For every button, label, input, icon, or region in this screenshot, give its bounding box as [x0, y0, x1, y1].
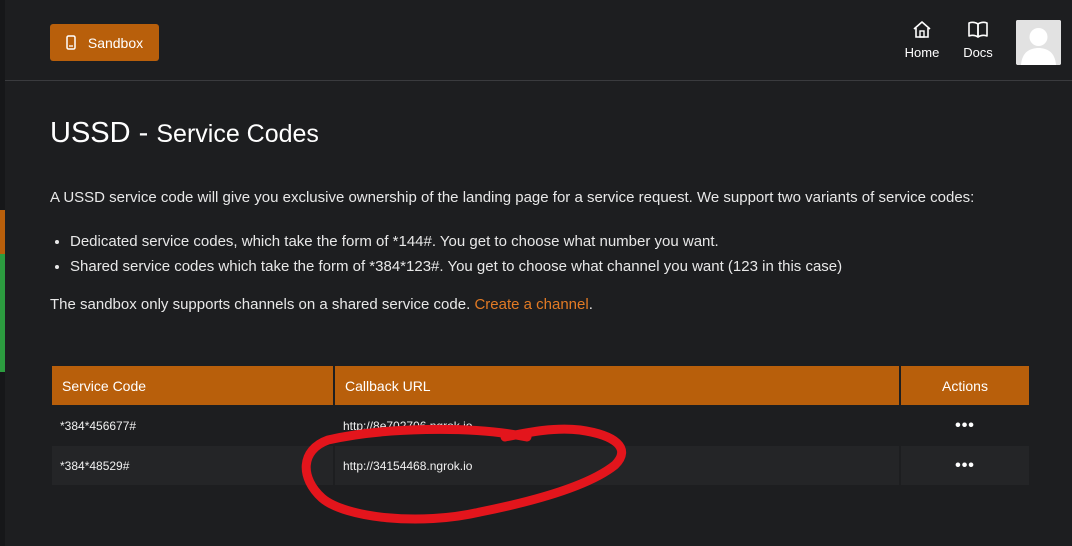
side-accent-green [0, 254, 5, 372]
nav-home-label: Home [904, 45, 940, 60]
page-title-separator: - [130, 117, 157, 149]
variant-dedicated: Dedicated service codes, which take the … [70, 229, 842, 254]
phone-icon [66, 35, 76, 50]
service-code-cell: *384*456677# [52, 406, 333, 445]
more-actions-icon[interactable]: ••• [955, 417, 975, 434]
actions-cell: ••• [901, 446, 1029, 485]
intro-text: A USSD service code will give you exclus… [50, 189, 975, 206]
service-code-cell: *384*48529# [52, 446, 333, 485]
variant-shared: Shared service codes which take the form… [70, 254, 842, 279]
callback-url-cell: http://34154468.ngrok.io [335, 446, 899, 485]
callback-url-cell: http://8e702706.ngrok.io [335, 406, 899, 445]
page-title-main: USSD [50, 117, 131, 149]
top-bar: Sandbox Home Docs [5, 0, 1072, 81]
book-icon [967, 20, 989, 45]
table-header: Service Code Callback URL Actions [52, 366, 1029, 405]
sandbox-button-label: Sandbox [87, 34, 144, 51]
service-codes-table: Service Code Callback URL Actions *384*4… [52, 366, 1029, 485]
sandbox-note-suffix: . [588, 296, 593, 313]
sandbox-note-text: The sandbox only supports channels on a … [50, 296, 475, 313]
nav-home[interactable]: Home [904, 20, 940, 60]
more-actions-icon[interactable]: ••• [955, 457, 975, 474]
actions-cell: ••• [901, 406, 1029, 445]
home-icon [912, 20, 932, 45]
table-row: *384*48529# http://34154468.ngrok.io ••• [52, 446, 1029, 485]
service-code-variants: Dedicated service codes, which take the … [50, 229, 842, 279]
column-header-service-code: Service Code [52, 366, 333, 405]
user-avatar[interactable] [1016, 20, 1061, 65]
sandbox-button[interactable]: Sandbox [50, 24, 159, 61]
side-accent-orange [0, 210, 5, 254]
create-channel-link[interactable]: Create a channel [474, 296, 588, 313]
sandbox-note: The sandbox only supports channels on a … [50, 296, 593, 313]
nav-docs[interactable]: Docs [962, 20, 994, 60]
column-header-actions: Actions [901, 366, 1029, 405]
nav-docs-label: Docs [963, 45, 993, 60]
user-avatar-icon [1016, 20, 1061, 65]
table-row: *384*456677# http://8e702706.ngrok.io ••… [52, 406, 1029, 445]
column-header-callback-url: Callback URL [335, 366, 899, 405]
page-title-sub: Service Codes [156, 120, 319, 148]
page-title: USSD - Service Codes [50, 117, 319, 150]
